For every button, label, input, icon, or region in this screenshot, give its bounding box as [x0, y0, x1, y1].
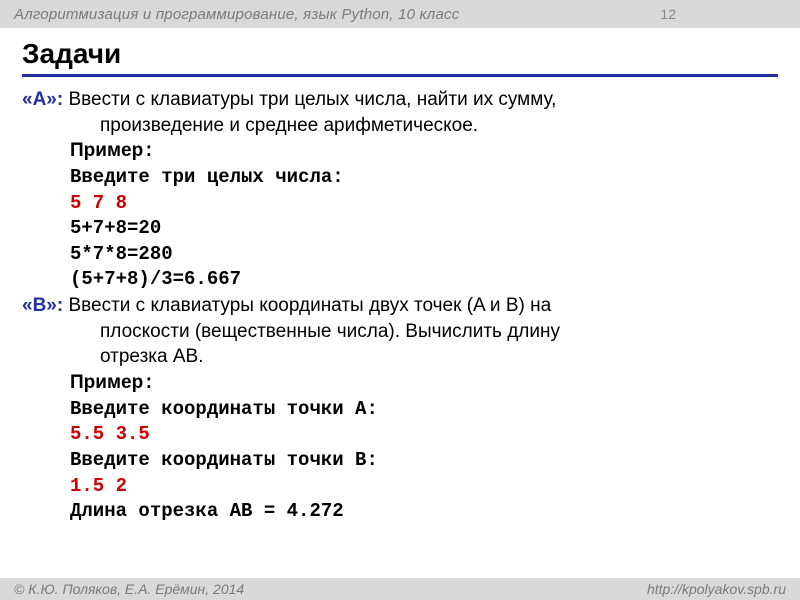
header-bar: Алгоритмизация и программирование, язык … [0, 0, 800, 28]
slide-title: Задачи [22, 38, 778, 77]
task-a-text2: произведение и среднее арифметическое. [22, 113, 778, 139]
task-b-text1: Ввести с клавиатуры координаты двух точе… [63, 295, 551, 316]
task-a-prompt: Введите три целых числа: [22, 165, 778, 191]
task-a-colon: : [143, 140, 154, 162]
task-a-text1: Ввести с клавиатуры три целых числа, най… [63, 89, 556, 110]
task-a-example-label: Пример [70, 140, 143, 161]
footer-bar: © К.Ю. Поляков, Е.А. Ерёмин, 2014 http:/… [0, 578, 800, 600]
task-b-example-label: Пример [70, 372, 143, 393]
task-b-text3: отрезка AB. [22, 344, 778, 370]
page-number: 12 [660, 6, 676, 22]
footer-url: http://kpolyakov.spb.ru [647, 581, 786, 597]
task-b-label: «B»: [22, 295, 63, 316]
course-title: Алгоритмизация и программирование, язык … [14, 6, 459, 23]
task-b-input-b: 1.5 2 [22, 474, 778, 500]
copyright: © К.Ю. Поляков, Е.А. Ерёмин, 2014 [14, 581, 244, 597]
task-b-result: Длина отрезка AB = 4.272 [22, 499, 778, 525]
task-b-input-a: 5.5 3.5 [22, 422, 778, 448]
task-b-colon: : [143, 372, 154, 394]
task-b-prompt-a: Введите координаты точки A: [22, 397, 778, 423]
task-a-label: «A»: [22, 89, 63, 110]
task-a: «A»: Ввести с клавиатуры три целых числа… [22, 87, 778, 293]
task-b: «B»: Ввести с клавиатуры координаты двух… [22, 293, 778, 525]
task-a-out3: (5+7+8)/3=6.667 [22, 267, 778, 293]
task-b-text2: плоскости (вещественные числа). Вычислит… [22, 319, 778, 345]
slide-content: Задачи «A»: Ввести с клавиатуры три целы… [0, 28, 800, 525]
task-a-out1: 5+7+8=20 [22, 216, 778, 242]
task-b-prompt-b: Введите координаты точки B: [22, 448, 778, 474]
task-a-out2: 5*7*8=280 [22, 242, 778, 268]
task-a-input: 5 7 8 [22, 191, 778, 217]
